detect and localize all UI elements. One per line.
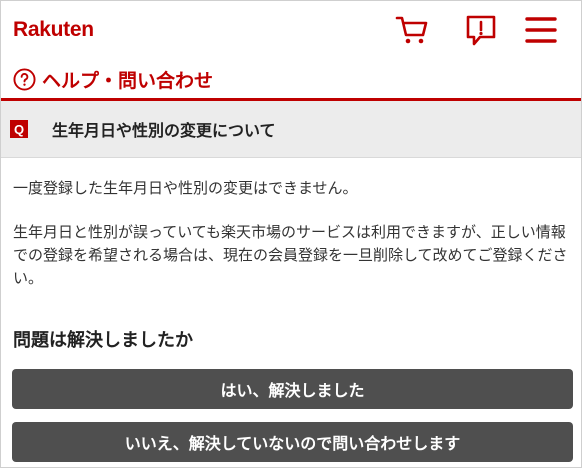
resolved-yes-button[interactable]: はい、解決しました	[12, 369, 573, 409]
feedback-prompt: 問題は解決しましたか	[13, 330, 193, 351]
rakuten-logo[interactable]: Rakuten	[13, 18, 94, 42]
site-header: Rakuten	[1, 1, 581, 59]
q-badge: Q	[10, 120, 28, 138]
answer-paragraph-1: 一度登録した生年月日や性別の変更はできません。	[13, 179, 358, 197]
help-title[interactable]: ヘルプ・問い合わせ	[13, 65, 213, 93]
resolved-yes-label: はい、解決しました	[220, 381, 365, 400]
help-title-label: ヘルプ・問い合わせ	[42, 69, 214, 92]
resolved-no-label: いいえ、解決していないので問い合わせします	[124, 434, 461, 453]
answer-body: 一度登録した生年月日や性別の変更はできません。 生年月日と性別が誤っていても楽天…	[13, 177, 573, 290]
menu-icon[interactable]	[524, 13, 558, 47]
question-bar: Q 生年月日や性別の変更について	[1, 101, 581, 158]
notice-icon[interactable]	[464, 13, 498, 47]
question-circle-icon	[13, 67, 36, 91]
answer-paragraph-2: 生年月日と性別が誤っていても楽天市場のサービスは利用できますが、正しい情報での登…	[13, 223, 568, 287]
cart-icon[interactable]	[395, 13, 429, 47]
resolved-no-contact-button[interactable]: いいえ、解決していないので問い合わせします	[12, 422, 573, 462]
question-title: 生年月日や性別の変更について	[52, 121, 276, 140]
